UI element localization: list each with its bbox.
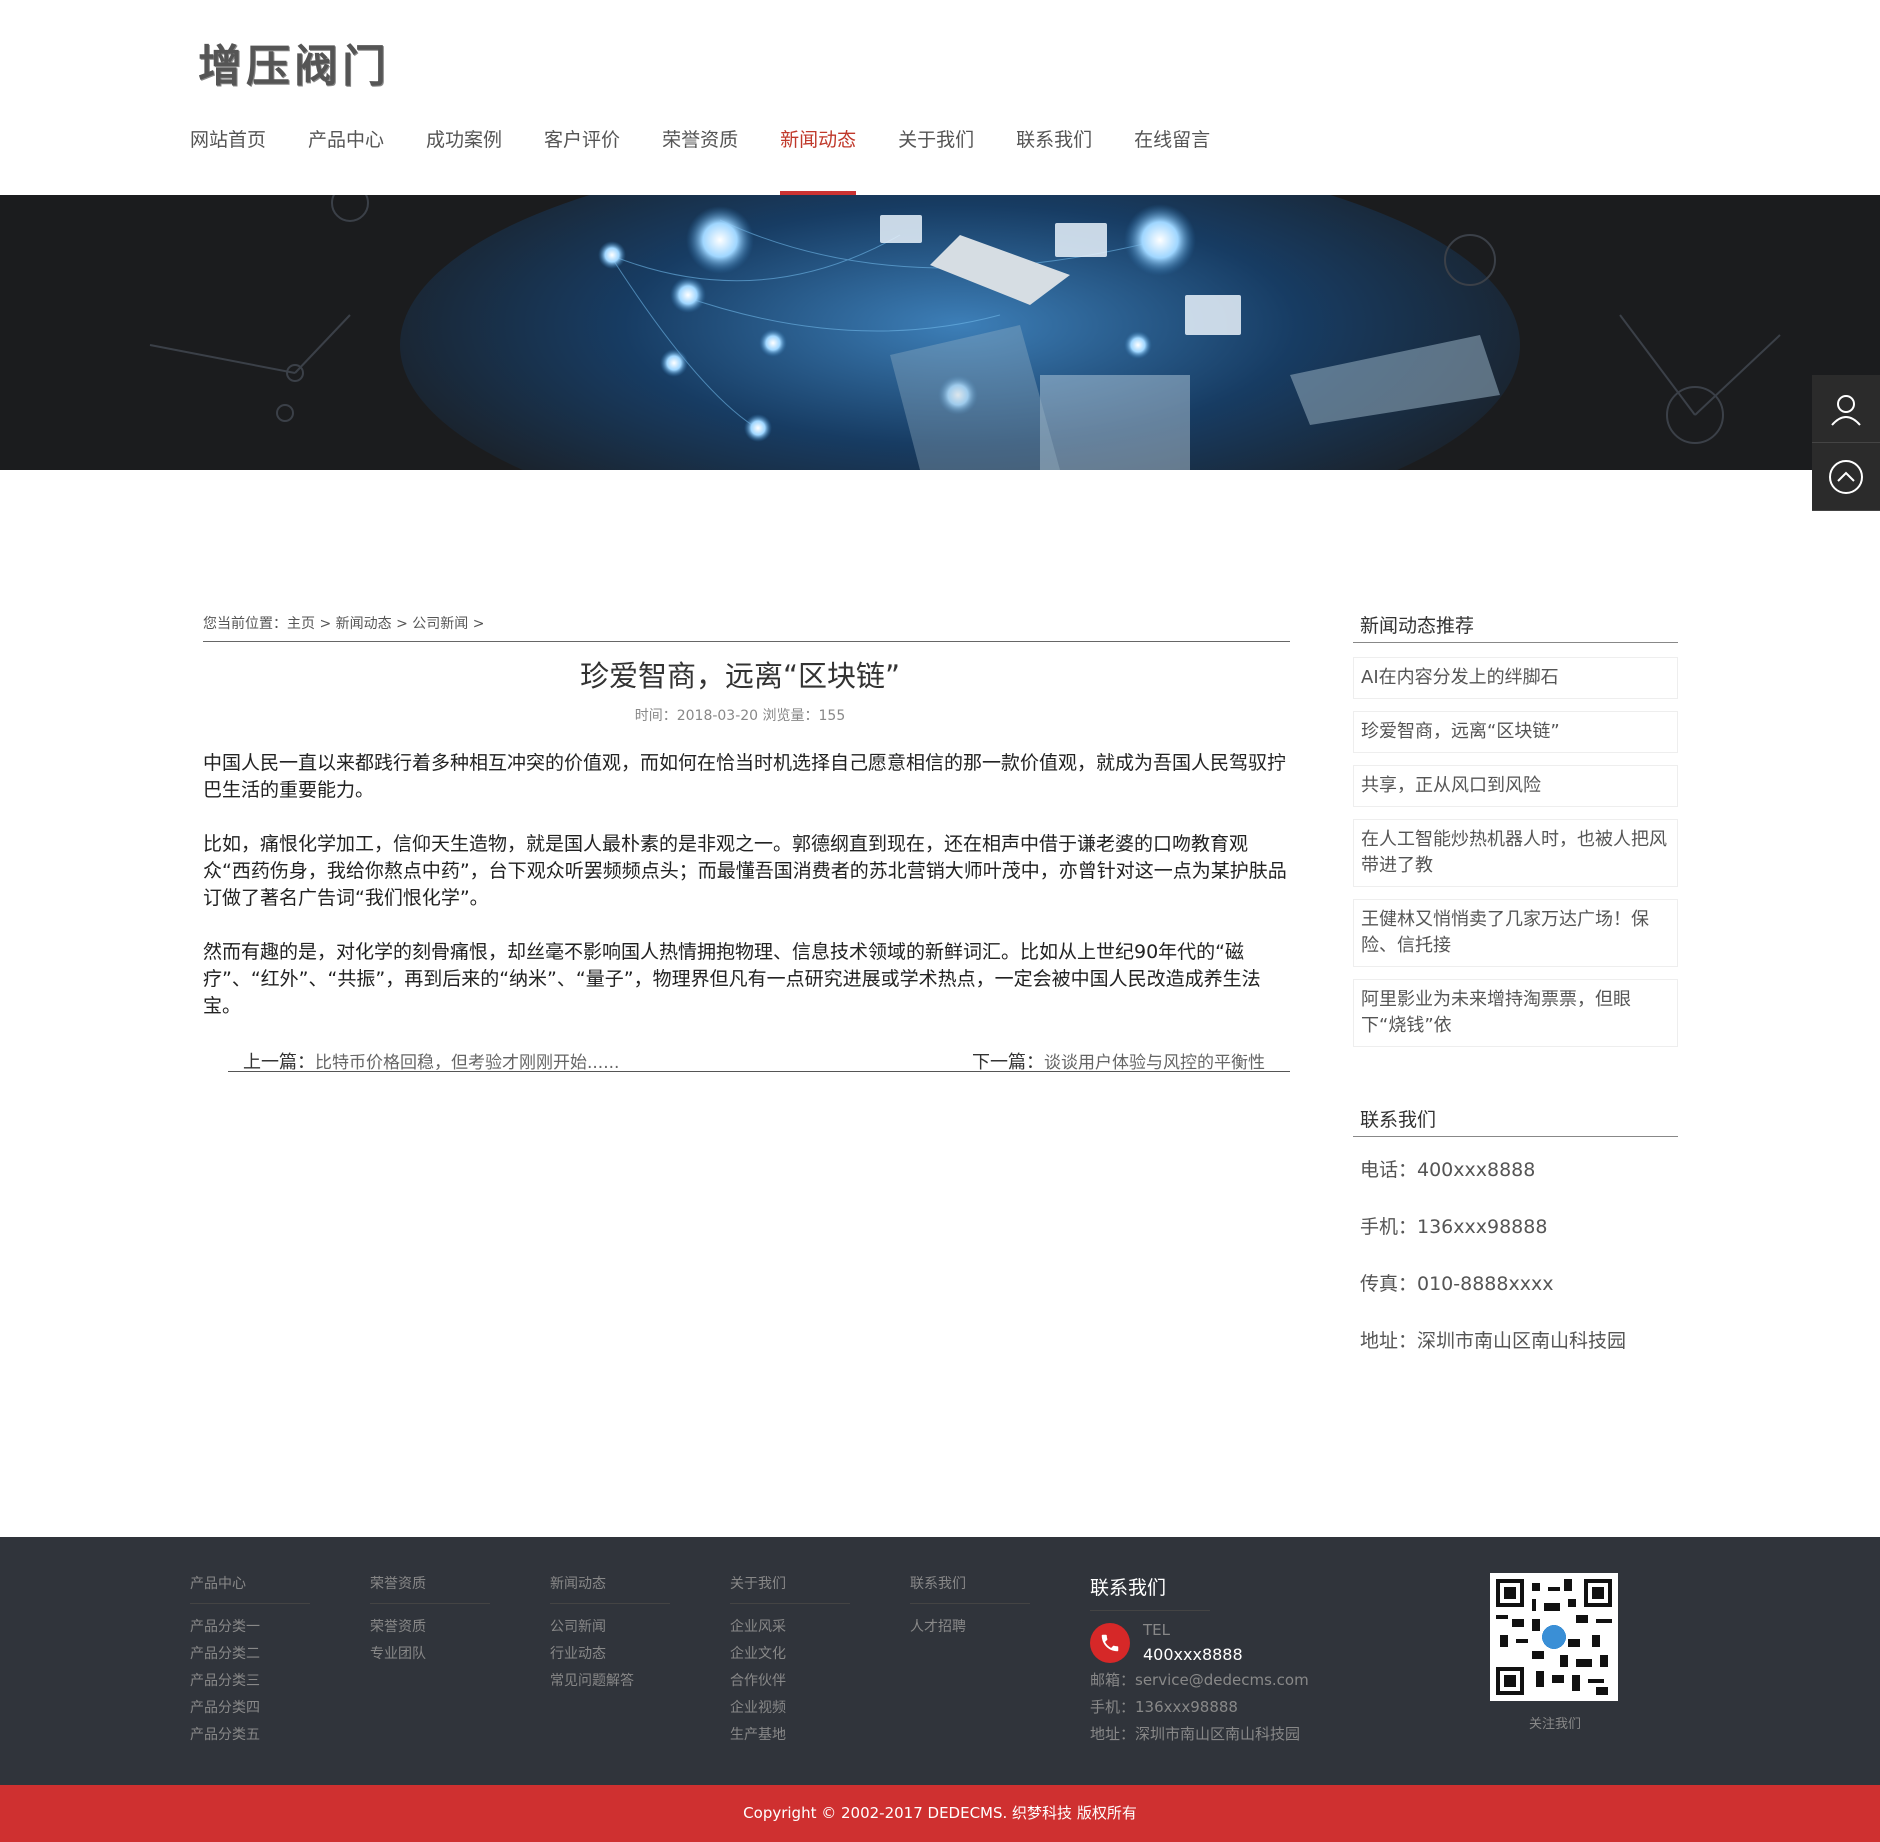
- recommend-item[interactable]: 在人工智能炒热机器人时，也被人把风带进了教: [1353, 819, 1678, 887]
- prev-label: 上一篇：: [243, 1052, 315, 1073]
- footer-link[interactable]: 合作伙伴: [730, 1668, 850, 1695]
- banner-graphic: [0, 195, 1880, 470]
- footer-email: 邮箱：service@dedecms.com: [1090, 1671, 1309, 1689]
- prev-article-link[interactable]: 上一篇：比特币价格回稳，但考验才刚刚开始......: [243, 1048, 619, 1074]
- breadcrumb[interactable]: 您当前位置：主页 > 新闻动态 > 公司新闻 >: [203, 613, 1290, 642]
- next-label: 下一篇：: [972, 1052, 1044, 1073]
- footer-col-title[interactable]: 产品中心: [190, 1573, 310, 1604]
- sidebar: 新闻动态推荐 AI在内容分发上的绊脚石 珍爱智商，远离“区块链” 共享，正从风口…: [1353, 593, 1678, 1365]
- site-logo[interactable]: 增压阀门: [198, 30, 390, 94]
- next-article-link[interactable]: 下一篇：谈谈用户体验与风控的平衡性: [972, 1048, 1265, 1074]
- user-icon[interactable]: [1812, 375, 1880, 443]
- article-meta: 时间：2018-03-20 浏览量：155: [634, 708, 846, 724]
- article-title: 珍爱智商，远离“区块链”: [579, 659, 901, 693]
- footer-col-title[interactable]: 荣誉资质: [370, 1573, 490, 1604]
- contact-address: 地址：深圳市南山区南山科技园: [1360, 1330, 1627, 1352]
- footer-col-news: 新闻动态 公司新闻 行业动态 常见问题解答: [550, 1573, 670, 1695]
- nav-home[interactable]: 网站首页: [190, 118, 266, 195]
- qr-code: [1490, 1573, 1618, 1701]
- nav-contact[interactable]: 联系我们: [1016, 118, 1092, 195]
- nav-message[interactable]: 在线留言: [1134, 118, 1210, 195]
- footer-col-contact: 联系我们 人才招聘: [910, 1573, 1030, 1641]
- footer-link[interactable]: 人才招聘: [910, 1614, 1030, 1641]
- footer-link[interactable]: 产品分类一: [190, 1614, 310, 1641]
- prev-title[interactable]: 比特币价格回稳，但考验才刚刚开始......: [315, 1053, 619, 1073]
- footer-link[interactable]: 产品分类三: [190, 1668, 310, 1695]
- nav-products[interactable]: 产品中心: [308, 118, 384, 195]
- footer-mobile: 手机：136xxx98888: [1090, 1698, 1238, 1716]
- nav-about[interactable]: 关于我们: [898, 118, 974, 195]
- footer-contact: 联系我们 TEL 400xxx8888 邮箱：service@dedecms.c…: [1090, 1573, 1390, 1748]
- recommend-item[interactable]: AI在内容分发上的绊脚石: [1353, 657, 1678, 699]
- nav-reviews[interactable]: 客户评价: [544, 118, 620, 195]
- footer-link[interactable]: 生产基地: [730, 1722, 850, 1749]
- footer-link[interactable]: 产品分类五: [190, 1722, 310, 1749]
- article-paragraph: 中国人民一直以来都践行着多种相互冲突的价值观，而如何在恰当时机选择自己愿意相信的…: [203, 752, 1287, 801]
- footer-col-title[interactable]: 新闻动态: [550, 1573, 670, 1604]
- footer-col-title[interactable]: 联系我们: [910, 1573, 1030, 1604]
- tel-number: 400xxx8888: [1143, 1645, 1243, 1664]
- recommend-title: 新闻动态推荐: [1353, 593, 1678, 643]
- nav-cases[interactable]: 成功案例: [426, 118, 502, 195]
- nav-honors[interactable]: 荣誉资质: [662, 118, 738, 195]
- back-to-top-icon[interactable]: [1812, 443, 1880, 511]
- footer-address: 地址：深圳市南山区南山科技园: [1090, 1725, 1301, 1743]
- copyright-bar: Copyright © 2002-2017 DEDECMS. 织梦科技 版权所有: [0, 1785, 1880, 1842]
- prev-next-nav: 上一篇：比特币价格回稳，但考验才刚刚开始...... 下一篇：谈谈用户体验与风控…: [228, 1048, 1290, 1074]
- footer-link[interactable]: 荣誉资质: [370, 1614, 490, 1641]
- footer-contact-title: 联系我们: [1090, 1573, 1210, 1611]
- footer-col-about: 关于我们 企业风采 企业文化 合作伙伴 企业视频 生产基地: [730, 1573, 850, 1749]
- footer-col-honors: 荣誉资质 荣誉资质 专业团队: [370, 1573, 490, 1668]
- footer-link[interactable]: 行业动态: [550, 1641, 670, 1668]
- article-body: 中国人民一直以来都践行着多种相互冲突的价值观，而如何在恰当时机选择自己愿意相信的…: [203, 750, 1290, 1047]
- footer-link[interactable]: 产品分类二: [190, 1641, 310, 1668]
- footer-link[interactable]: 常见问题解答: [550, 1668, 670, 1695]
- footer-qr: 关注我们: [1490, 1573, 1620, 1732]
- contact-fax: 传真：010-8888xxxx: [1360, 1273, 1554, 1295]
- contact-mobile: 手机：136xxx98888: [1360, 1216, 1548, 1238]
- contact-phone: 电话：400xxx8888: [1360, 1159, 1536, 1181]
- tel-label: TEL: [1143, 1621, 1170, 1639]
- footer-link[interactable]: 企业风采: [730, 1614, 850, 1641]
- contact-title: 联系我们: [1353, 1087, 1678, 1137]
- recommend-list: AI在内容分发上的绊脚石 珍爱智商，远离“区块链” 共享，正从风口到风险 在人工…: [1353, 657, 1678, 1047]
- footer-link[interactable]: 企业文化: [730, 1641, 850, 1668]
- recommend-item[interactable]: 阿里影业为未来增持淘票票，但眼下“烧钱”依: [1353, 979, 1678, 1047]
- site-footer: 产品中心 产品分类一 产品分类二 产品分类三 产品分类四 产品分类五 荣誉资质 …: [0, 1537, 1880, 1785]
- recommend-item[interactable]: 王健林又悄悄卖了几家万达广场！保险、信托接: [1353, 899, 1678, 967]
- side-toolbar: [1812, 375, 1880, 511]
- article-paragraph: 然而有趣的是，对化学的刻骨痛恨，却丝毫不影响国人热情拥抱物理、信息技术领域的新鲜…: [203, 941, 1261, 1017]
- recommend-item[interactable]: 共享，正从风口到风险: [1353, 765, 1678, 807]
- footer-tel: TEL 400xxx8888: [1090, 1621, 1390, 1667]
- article-paragraph: 比如，痛恨化学加工，信仰天生造物，就是国人最朴素的是非观之一。郭德纲直到现在，还…: [203, 833, 1287, 909]
- phone-icon: [1090, 1623, 1130, 1663]
- qr-caption: 关注我们: [1528, 1717, 1581, 1732]
- footer-link[interactable]: 公司新闻: [550, 1614, 670, 1641]
- nav-news[interactable]: 新闻动态: [780, 118, 857, 195]
- footer-link[interactable]: 产品分类四: [190, 1695, 310, 1722]
- main-nav: 网站首页 产品中心 成功案例 客户评价 荣誉资质 新闻动态 关于我们 联系我们 …: [190, 118, 1252, 195]
- site-header: 增压阀门 网站首页 产品中心 成功案例 客户评价 荣誉资质 新闻动态 关于我们 …: [0, 0, 1880, 195]
- hero-banner: [0, 195, 1880, 470]
- recommend-item[interactable]: 珍爱智商，远离“区块链”: [1353, 711, 1678, 753]
- contact-list: 电话：400xxx8888 手机：136xxx98888 传真：010-8888…: [1353, 1143, 1678, 1365]
- footer-link[interactable]: 企业视频: [730, 1695, 850, 1722]
- next-title[interactable]: 谈谈用户体验与风控的平衡性: [1044, 1053, 1265, 1073]
- footer-link[interactable]: 专业团队: [370, 1641, 490, 1668]
- footer-col-products: 产品中心 产品分类一 产品分类二 产品分类三 产品分类四 产品分类五: [190, 1573, 310, 1749]
- footer-col-title[interactable]: 关于我们: [730, 1573, 850, 1604]
